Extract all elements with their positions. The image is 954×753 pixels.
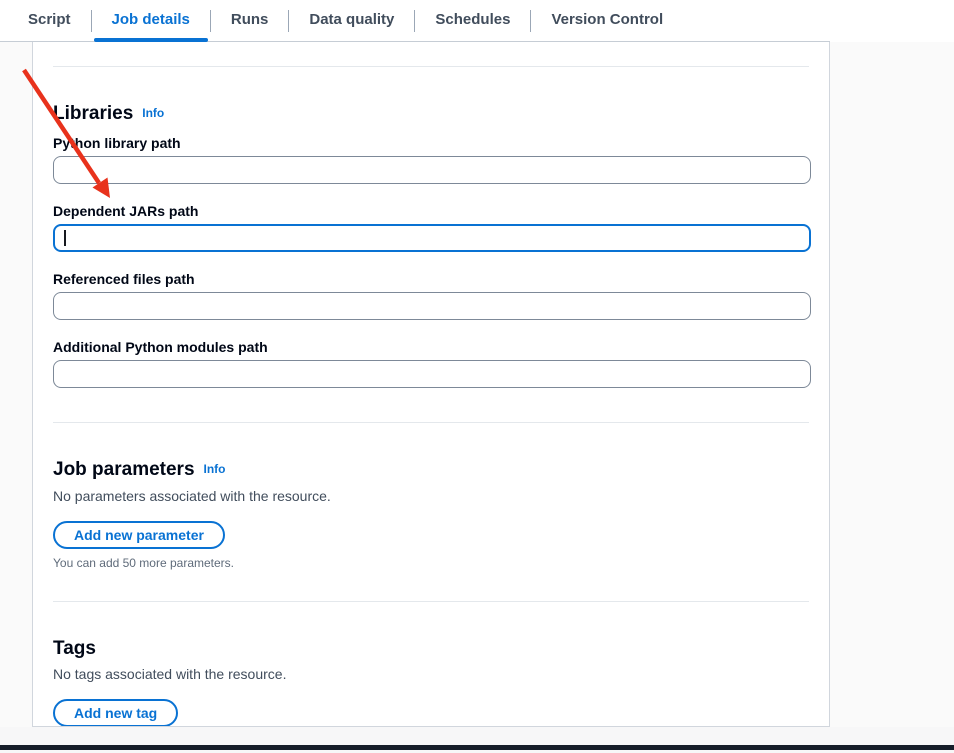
tab-data-quality[interactable]: Data quality [289, 0, 414, 42]
python-library-path-wrap [53, 156, 809, 184]
job-parameters-helper-text: You can add 50 more parameters. [53, 555, 809, 571]
tab-version-control[interactable]: Version Control [531, 0, 683, 42]
dependent-jars-path-wrap [53, 224, 809, 252]
window-bottom-edge [0, 745, 954, 750]
tags-section-title: Tags [53, 638, 809, 660]
section-divider [53, 422, 809, 423]
referenced-files-path-input[interactable] [53, 292, 811, 320]
job-tabbar: Script Job details Runs Data quality Sch… [0, 0, 830, 42]
job-parameters-info-link[interactable]: Info [204, 462, 226, 476]
job-parameters-empty-text: No parameters associated with the resour… [53, 487, 809, 505]
job-details-panel: Libraries Info Python library path Depend… [32, 42, 830, 727]
job-parameters-title-text: Job parameters [53, 459, 195, 480]
python-library-path-label: Python library path [53, 134, 809, 152]
section-divider [53, 601, 809, 602]
tab-schedules[interactable]: Schedules [415, 0, 530, 42]
additional-python-modules-path-wrap [53, 360, 809, 388]
tags-empty-text: No tags associated with the resource. [53, 665, 809, 683]
section-divider [53, 66, 809, 67]
additional-python-modules-path-input[interactable] [53, 360, 811, 388]
page-gutter-right [830, 42, 954, 753]
python-library-path-input[interactable] [53, 156, 811, 184]
dependent-jars-path-label: Dependent JARs path [53, 202, 809, 220]
add-new-parameter-button[interactable]: Add new parameter [53, 521, 225, 549]
libraries-title-text: Libraries [53, 103, 133, 124]
page-gutter-left [0, 42, 32, 753]
tab-job-details[interactable]: Job details [92, 0, 210, 42]
dependent-jars-path-input[interactable] [53, 224, 811, 252]
tags-title-text: Tags [53, 638, 96, 659]
libraries-info-link[interactable]: Info [142, 106, 164, 120]
tab-script[interactable]: Script [8, 0, 91, 42]
referenced-files-path-label: Referenced files path [53, 270, 809, 288]
add-new-tag-button[interactable]: Add new tag [53, 699, 178, 727]
text-caret [64, 230, 66, 246]
glue-job-details-screen: Script Job details Runs Data quality Sch… [0, 0, 954, 753]
libraries-section-title: Libraries Info [53, 103, 809, 126]
tab-runs[interactable]: Runs [211, 0, 289, 42]
referenced-files-path-wrap [53, 292, 809, 320]
additional-python-modules-path-label: Additional Python modules path [53, 338, 809, 356]
job-parameters-section-title: Job parameters Info [53, 459, 809, 482]
